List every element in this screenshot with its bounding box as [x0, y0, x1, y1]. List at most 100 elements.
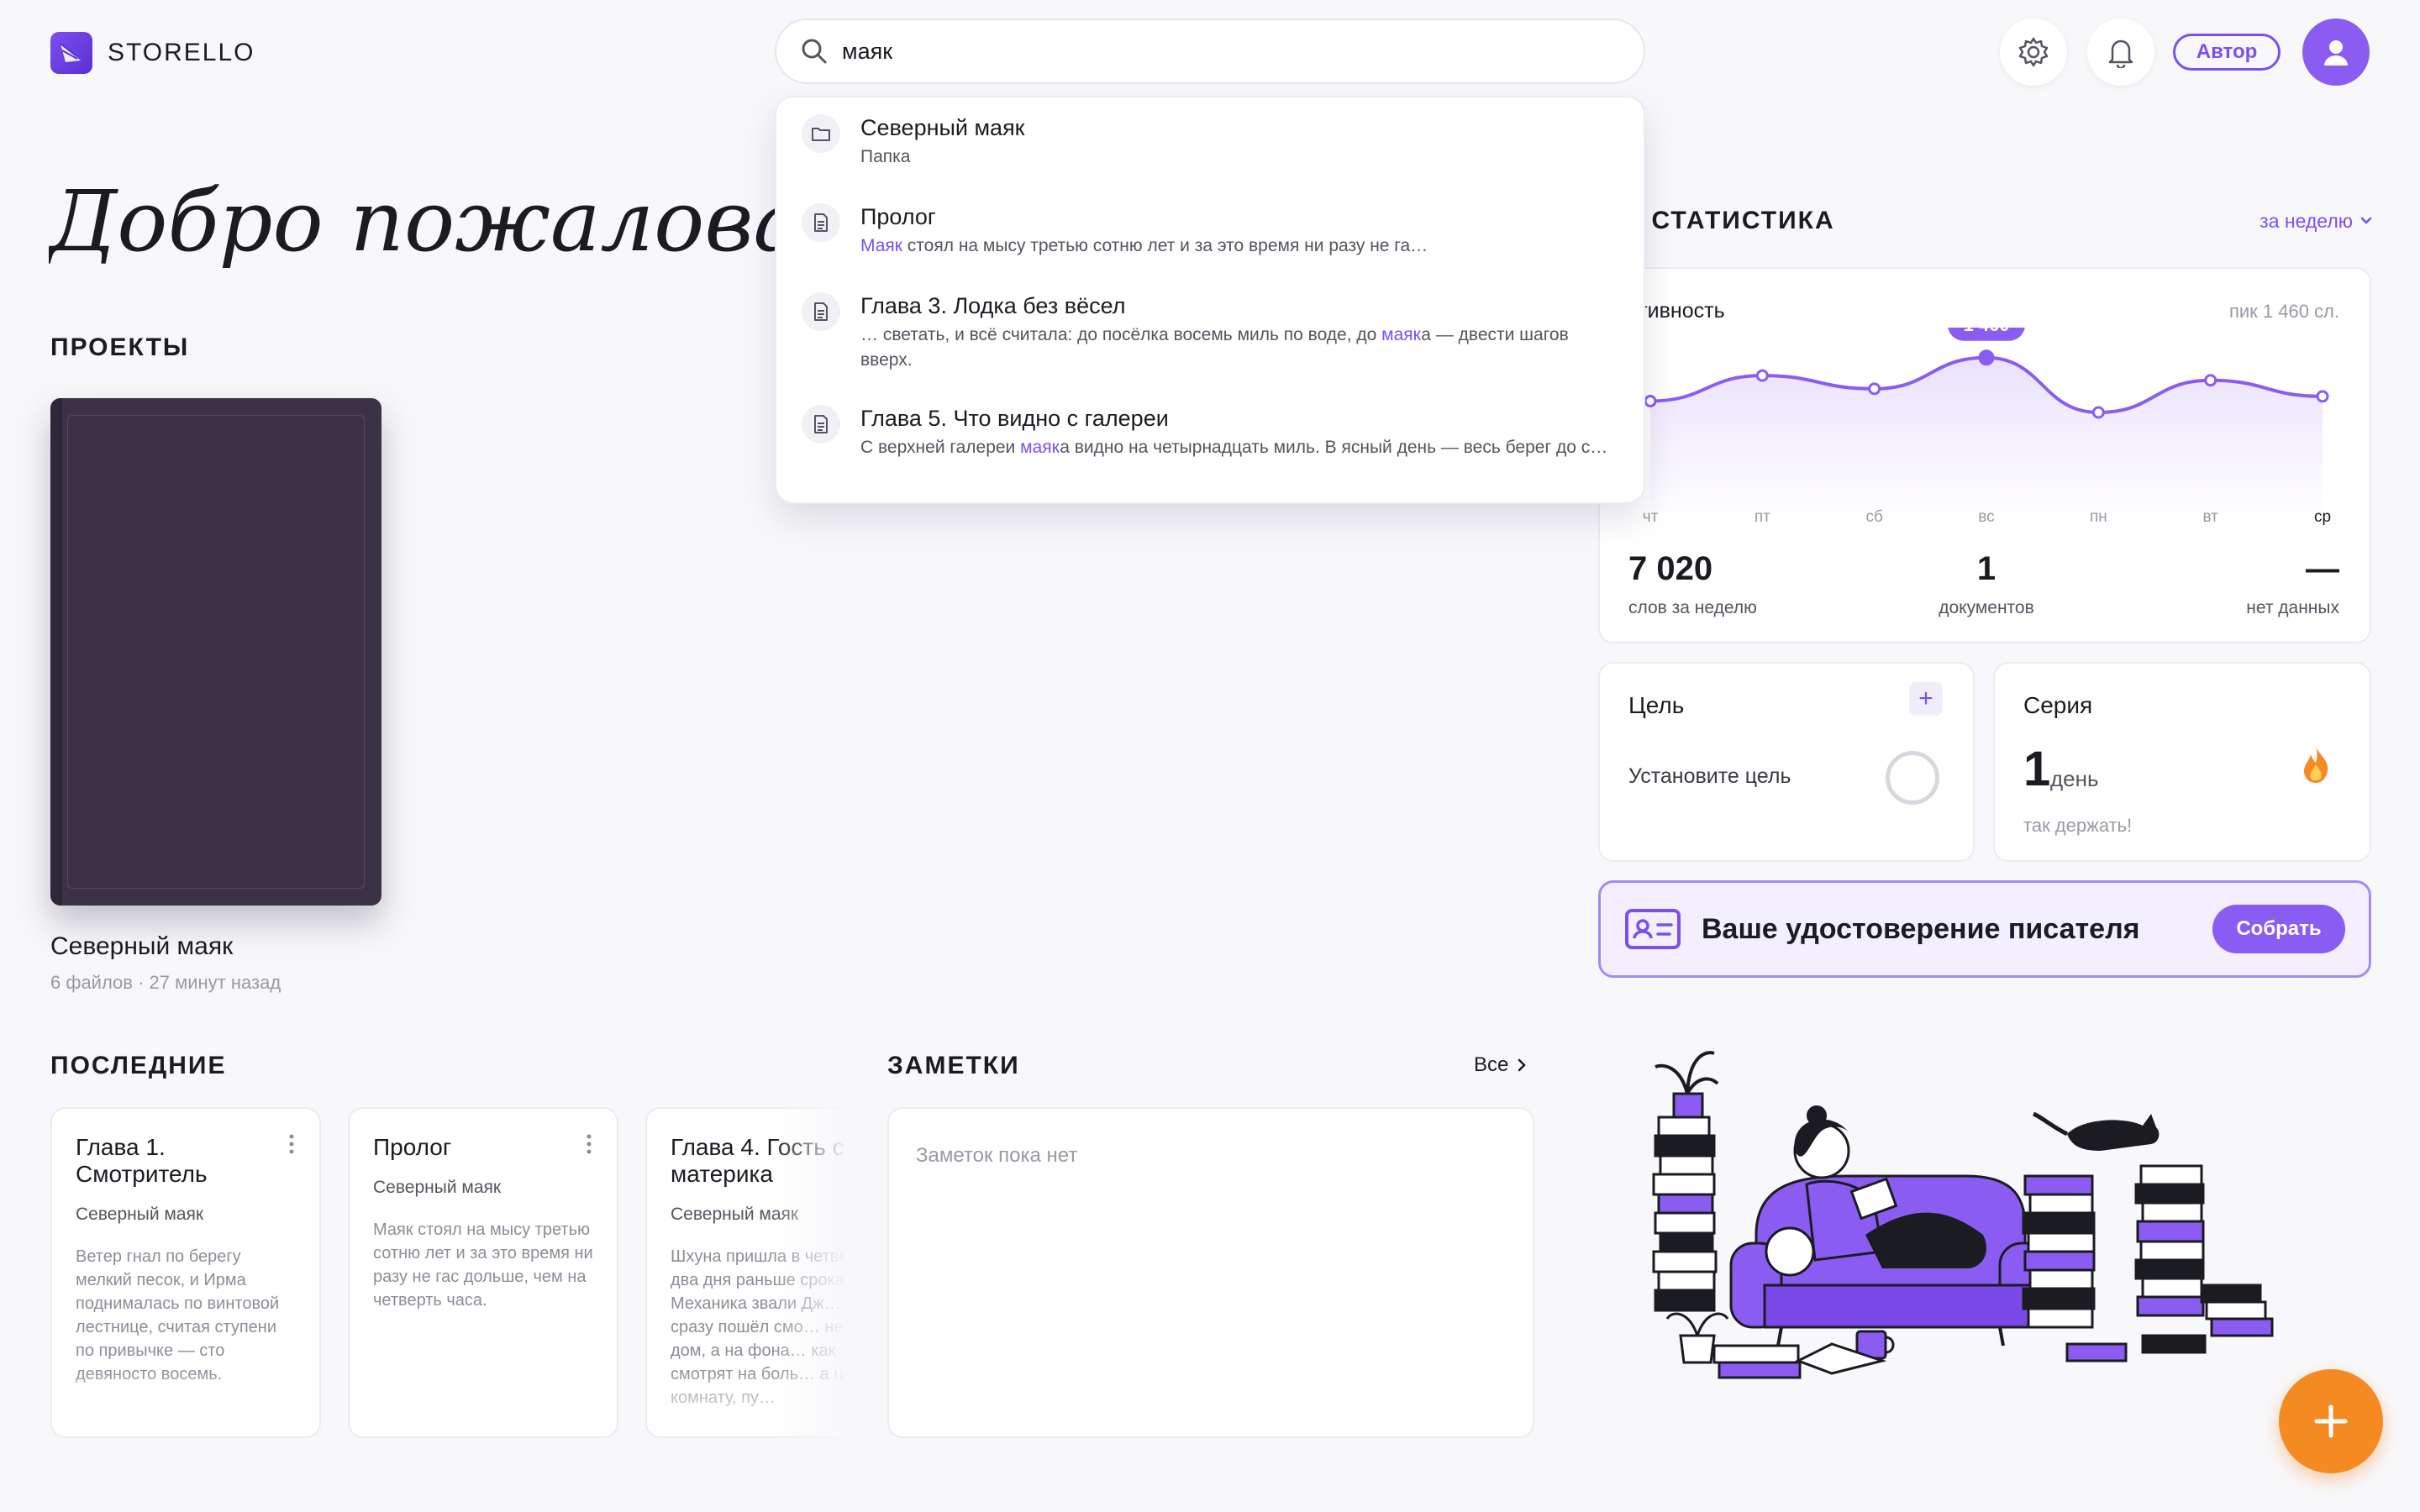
search-results-dropdown: Северный маяк Папка Пролог Маяк стоял на…: [775, 96, 1645, 504]
scroll-fade: [771, 1107, 847, 1438]
bell-icon: [2108, 39, 2133, 68]
streak-value: 1: [2023, 742, 2051, 796]
chevron-down-icon: [2360, 217, 2372, 224]
book-spine: [50, 398, 62, 906]
search-result-item[interactable]: Пролог Маяк стоял на мысу третью сотню л…: [802, 203, 1625, 259]
settings-button[interactable]: [2000, 18, 2067, 86]
search-result-title: Глава 5. Что видно с галереи: [860, 406, 1169, 431]
chart-x-tick: чт: [1642, 508, 1659, 526]
search-input[interactable]: [842, 38, 1598, 65]
recent-title: ПОСЛЕДНИЕ: [50, 1052, 227, 1079]
gear-icon: [2018, 37, 2049, 67]
create-button[interactable]: [2279, 1369, 2383, 1473]
peak-badge: 1 460: [1948, 328, 2025, 341]
search-result-title: Пролог: [860, 204, 936, 229]
logo-feather-icon: [50, 32, 92, 74]
writer-id-text: Ваше удостоверение писателя: [1702, 912, 2140, 945]
stats-header: ЯЯ СТАТИСТИКА за неделю: [1603, 207, 2373, 235]
project-cover[interactable]: [50, 398, 381, 906]
stat-docs-label: документов: [1939, 598, 2034, 617]
goal-progress-ring: [1886, 751, 1939, 805]
logo[interactable]: STORELLO: [50, 32, 255, 74]
more-vertical-icon[interactable]: [289, 1134, 294, 1154]
goal-card[interactable]: Цель + Установите цель: [1598, 662, 1975, 862]
book-frame: [67, 415, 365, 889]
notes-card[interactable]: Заметок пока нет: [887, 1107, 1534, 1438]
document-icon: [802, 405, 840, 444]
id-card-icon: [1625, 909, 1681, 949]
search-result-snippet: … светать, и всё считала: до посёлка вос…: [860, 325, 1569, 370]
writer-id-banner[interactable]: Ваше удостоверение писателя Собрать: [1598, 880, 2371, 978]
recent-card-title: Глава 1. Смотритель: [76, 1134, 208, 1187]
flame-icon: [2304, 748, 2328, 783]
recent-card-project: Северный маяк: [373, 1178, 502, 1197]
chart-point: [1755, 369, 1769, 382]
chart-x-tick: вт: [2202, 508, 2218, 526]
notes-title: ЗАМЕТКИ: [887, 1052, 1020, 1079]
welcome-heading: Добро пожаловать, М: [49, 172, 788, 270]
search-result-title: Глава 3. Лодка без вёсел: [860, 293, 1126, 318]
document-icon: [802, 203, 840, 242]
chart-point: [1978, 349, 1995, 366]
notes-all-link[interactable]: Все: [1474, 1053, 1527, 1077]
recent-card[interactable]: Глава 1. Смотритель Северный маяк Ветер …: [50, 1107, 321, 1438]
search-result-item[interactable]: Глава 3. Лодка без вёсел … светать, и вс…: [802, 292, 1625, 373]
period-selector[interactable]: за неделю: [2260, 210, 2373, 233]
chart-point: [2091, 406, 2105, 419]
chart-x-tick: ср: [2313, 508, 2332, 526]
recent-card-excerpt: Маяк стоял на мысу третью сотню лет и за…: [373, 1221, 593, 1310]
streak-note: так держать!: [2023, 815, 2133, 836]
streak-title: Серия: [2023, 692, 2093, 718]
search-result-snippet: С верхней галереи маяка видно на четырна…: [860, 438, 1608, 457]
add-goal-button[interactable]: +: [1909, 682, 1943, 716]
search-bar[interactable]: [775, 18, 1645, 84]
author-role-button[interactable]: Автор: [2173, 34, 2281, 71]
recent-card-project: Северный маяк: [76, 1205, 204, 1224]
search-icon: [802, 39, 827, 64]
collect-button[interactable]: Собрать: [2212, 905, 2345, 953]
chart-x-tick: вс: [1978, 508, 1995, 526]
plus-icon: [2314, 1404, 2348, 1438]
recent-card[interactable]: Пролог Северный маяк Маяк стоял на мысу …: [348, 1107, 618, 1438]
stat-words-label: слов за неделю: [1628, 598, 1757, 617]
more-vertical-icon[interactable]: [587, 1134, 592, 1154]
chart-point: [2204, 374, 2217, 387]
recent-card-excerpt: Ветер гнал по берегу мелкий песок, и Ирм…: [76, 1247, 280, 1383]
chevron-right-icon: [1518, 1058, 1527, 1072]
search-result-snippet: Маяк стоял на мысу третью сотню лет и за…: [860, 236, 1428, 255]
card-fade: [52, 1369, 319, 1436]
goal-title: Цель: [1628, 692, 1685, 718]
peak-badge-label: 1 460: [1963, 328, 2009, 335]
stat-docs-value: 1: [1976, 550, 1996, 587]
notes-empty-text: Заметок пока нет: [916, 1144, 1078, 1167]
goal-set-label: Установите цель: [1628, 764, 1791, 788]
projects-title: ПРОЕКТЫ: [50, 333, 190, 361]
chart-point: [1644, 395, 1657, 407]
search-result-snippet: Папка: [860, 147, 911, 166]
project-meta: 6 файлов · 27 минут назад: [50, 972, 281, 993]
streak-card: Серия 1 день так держать!: [1993, 662, 2371, 862]
stats-card: ктивность пик 1 460 сл. 1 460 чтптсбвспн…: [1598, 267, 2371, 643]
recent-card-clip: Глава 4. Гость с материка Северный маяк …: [645, 1107, 847, 1438]
recent-card-title: Пролог: [373, 1134, 452, 1160]
chart-x-tick: пт: [1754, 508, 1770, 526]
chart-x-tick: пн: [2089, 508, 2107, 526]
stat-nodata-label: нет данных: [2246, 598, 2339, 617]
plus-icon: +: [1918, 685, 1933, 712]
streak-unit: день: [2050, 766, 2099, 791]
app-name: STORELLO: [108, 39, 255, 66]
search-result-item[interactable]: Северный маяк Папка: [802, 114, 1625, 170]
avatar[interactable]: [2302, 18, 2370, 86]
chart-point: [2316, 390, 2329, 403]
user-icon: [2324, 40, 2348, 66]
notifications-button[interactable]: [2087, 18, 2154, 86]
project-name[interactable]: Северный маяк: [50, 932, 233, 961]
folder-icon: [802, 114, 840, 153]
activity-chart: 1 460: [1644, 328, 2329, 512]
peak-label: пик 1 460 сл.: [2228, 301, 2339, 322]
stat-nodata-value: —: [2306, 550, 2339, 587]
search-result-title: Северный маяк: [860, 115, 1025, 140]
stat-words-value: 7 020: [1628, 550, 1713, 587]
notes-all-label: Все: [1474, 1053, 1509, 1076]
search-result-item[interactable]: Глава 5. Что видно с галереи С верхней г…: [802, 405, 1625, 460]
